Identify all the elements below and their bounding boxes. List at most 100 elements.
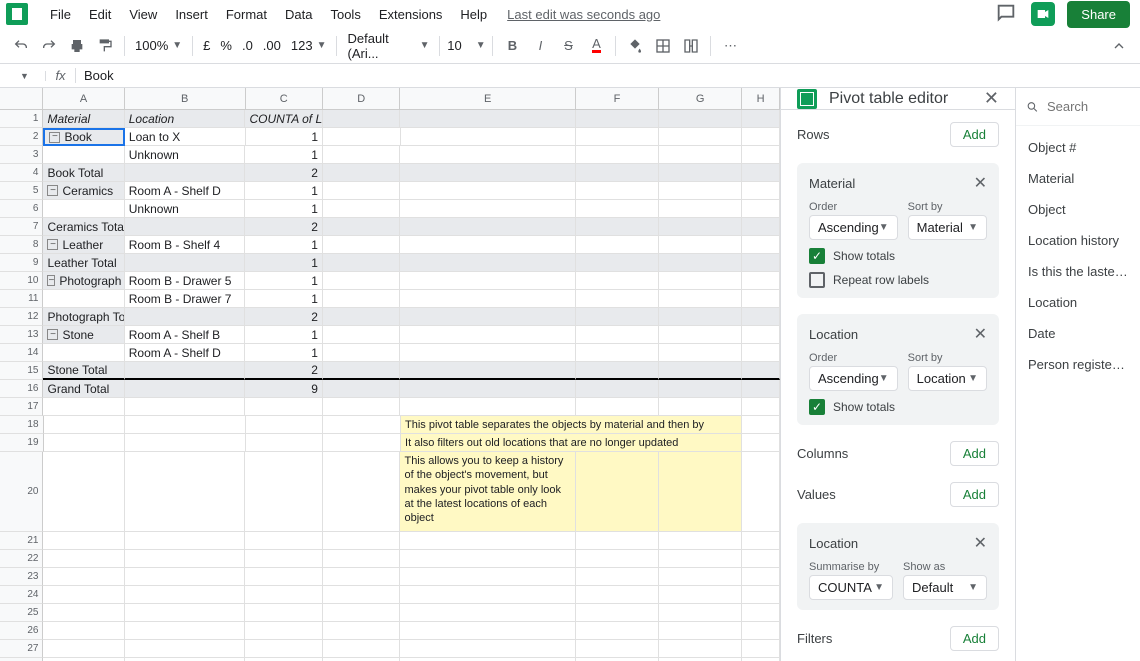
cell[interactable]: Ceramics Total [43,218,124,236]
paint-format-icon[interactable] [92,33,118,59]
cell[interactable]: Room A - Shelf B [125,326,246,344]
cell[interactable] [400,398,575,416]
row-header[interactable]: 26 [0,622,43,640]
col-header-b[interactable]: B [125,88,246,109]
cell[interactable]: Room B - Drawer 7 [125,290,246,308]
cell[interactable] [742,452,780,532]
cell[interactable] [323,640,401,658]
cell[interactable] [400,290,575,308]
cell[interactable] [659,146,742,164]
cell[interactable] [742,254,780,272]
cell[interactable] [400,110,575,128]
cell[interactable] [400,308,575,326]
field-item[interactable]: Object [1016,194,1140,225]
cell[interactable]: Room B - Drawer 5 [125,272,246,290]
cell[interactable]: −Ceramics [43,182,124,200]
cell[interactable] [659,182,742,200]
cell[interactable] [43,604,124,622]
cell[interactable] [576,110,659,128]
cell[interactable] [576,550,659,568]
cell[interactable]: Leather Total [43,254,124,272]
cell[interactable] [576,326,659,344]
cell[interactable] [323,110,401,128]
material-repeat-labels-checkbox[interactable] [809,272,825,288]
cell[interactable] [742,362,780,380]
menu-help[interactable]: Help [452,3,495,26]
sheets-logo-icon[interactable] [6,3,28,25]
cell[interactable] [576,622,659,640]
cell[interactable] [576,272,659,290]
more-toolbar-icon[interactable]: ⋯ [717,33,743,59]
cell[interactable] [659,622,742,640]
cell[interactable] [245,604,323,622]
cell[interactable] [43,640,124,658]
text-color-icon[interactable]: A [583,33,609,59]
cell[interactable] [246,416,324,434]
cell[interactable] [245,398,323,416]
cell[interactable]: 1 [245,146,323,164]
cell[interactable] [742,550,780,568]
cell[interactable] [659,362,742,380]
cell[interactable] [125,640,246,658]
cell[interactable] [576,604,659,622]
cell[interactable]: 2 [245,164,323,182]
cell[interactable] [323,604,401,622]
cell[interactable] [125,532,246,550]
row-header[interactable]: 3 [0,146,43,164]
cell[interactable]: 2 [245,218,323,236]
cell[interactable] [742,532,780,550]
cell[interactable] [742,568,780,586]
cell[interactable]: −Book [43,128,124,146]
cell[interactable] [245,452,323,532]
name-box[interactable]: ▼ [0,71,46,81]
cell[interactable]: 1 [245,290,323,308]
col-header-d[interactable]: D [323,88,400,109]
cell[interactable] [125,622,246,640]
cell[interactable] [659,326,742,344]
row-header[interactable]: 20 [0,452,43,532]
field-item[interactable]: Is this the lastest loc... [1016,256,1140,287]
location-show-totals-checkbox[interactable]: ✓ [809,399,825,415]
material-show-totals-checkbox[interactable]: ✓ [809,248,825,264]
cell[interactable] [43,344,124,362]
cell[interactable] [44,434,125,452]
cell[interactable] [323,586,401,604]
cell[interactable] [576,568,659,586]
cell[interactable] [245,640,323,658]
col-header-f[interactable]: F [576,88,659,109]
cell[interactable] [659,586,742,604]
cell[interactable] [400,550,575,568]
collapse-group-icon[interactable]: − [47,329,58,340]
cell[interactable] [742,272,780,290]
cell[interactable]: 1 [245,272,323,290]
cell[interactable]: Photograph Total [43,308,124,326]
cell[interactable] [125,604,246,622]
cell[interactable] [323,344,401,362]
cell[interactable] [400,604,575,622]
cell[interactable] [400,200,575,218]
cell[interactable] [742,128,780,146]
location-sortby-select[interactable]: Location▼ [908,366,987,391]
cell[interactable] [659,254,742,272]
cell[interactable]: Unknown [125,146,246,164]
menu-view[interactable]: View [121,3,165,26]
cell[interactable] [125,452,246,532]
cell[interactable] [576,290,659,308]
remove-location-row-icon[interactable]: ✕ [974,324,987,344]
cell[interactable] [323,308,401,326]
cell[interactable] [44,416,125,434]
cell[interactable] [659,290,742,308]
format-currency-button[interactable]: £ [199,38,214,53]
cell[interactable]: Room B - Shelf 4 [125,236,246,254]
row-header[interactable]: 1 [0,110,43,128]
cell[interactable] [742,308,780,326]
location-order-select[interactable]: Ascending▼ [809,366,898,391]
add-rows-button[interactable]: Add [950,122,999,147]
cell[interactable]: 2 [245,362,323,380]
cell[interactable]: This allows you to keep a history of the… [400,452,575,532]
cell[interactable] [323,146,401,164]
cell[interactable]: Book Total [43,164,124,182]
cell[interactable] [125,550,246,568]
cell[interactable] [245,568,323,586]
cell[interactable] [245,532,323,550]
